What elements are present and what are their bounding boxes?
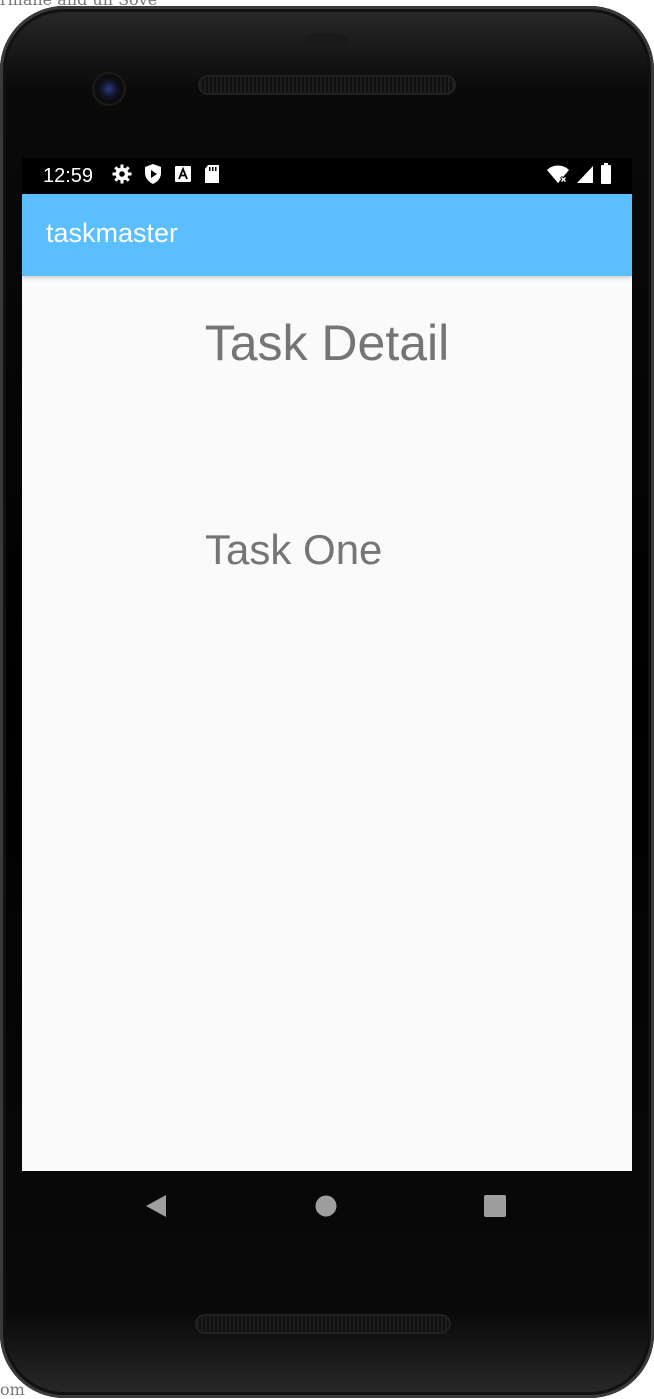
gear-icon — [112, 164, 132, 189]
bottom-speaker-grille — [197, 1316, 449, 1332]
wifi-icon — [546, 164, 570, 189]
sd-card-icon — [204, 164, 220, 189]
back-icon[interactable] — [141, 1191, 171, 1221]
app-title: taskmaster — [46, 218, 179, 248]
page-title: Task Detail — [204, 315, 450, 371]
earpiece-slot — [304, 34, 348, 48]
status-bar: 12:59 — [22, 158, 632, 194]
status-icons-left — [112, 163, 220, 190]
status-time: 12:59 — [43, 165, 94, 187]
camera-icon — [94, 74, 124, 104]
status-icons-right — [546, 162, 612, 190]
font-a-icon — [174, 165, 192, 188]
battery-icon — [600, 162, 612, 190]
cell-signal-icon — [576, 164, 594, 189]
top-speaker-grille — [200, 77, 454, 93]
navigation-bar — [22, 1171, 632, 1241]
app-bar: taskmaster — [22, 194, 632, 276]
background-text-bottom: om — [0, 1380, 25, 1399]
shield-play-icon — [144, 163, 162, 190]
device-screen: 12:59 taskmaster Task Detail Task One — [22, 158, 632, 1171]
home-icon[interactable] — [311, 1191, 341, 1221]
task-name: Task One — [205, 526, 383, 573]
recents-icon[interactable] — [480, 1191, 510, 1221]
